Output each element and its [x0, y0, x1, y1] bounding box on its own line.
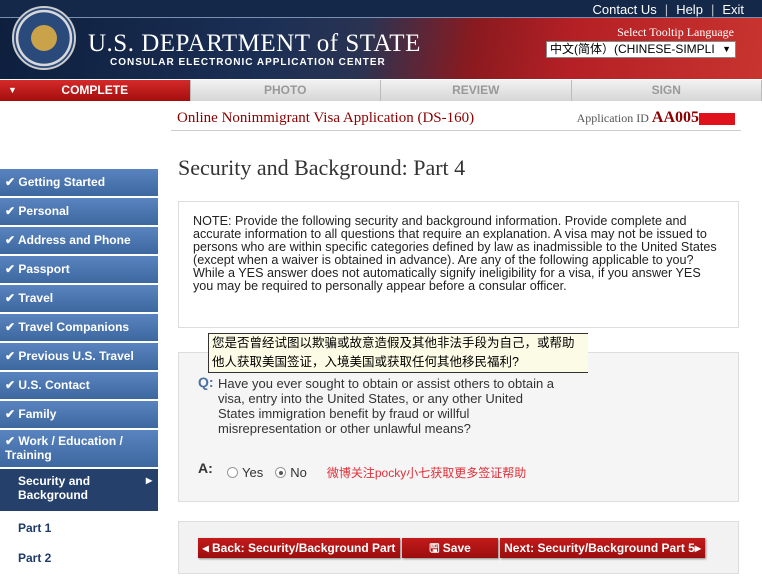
help-link[interactable]: Help [676, 2, 703, 17]
save-disk-icon: 🖫 [429, 541, 443, 555]
answer-label: A: [198, 460, 213, 476]
top-links: Contact Us | Help | Exit [592, 2, 744, 17]
site-title: U.S. DEPARTMENT of STATE [88, 30, 421, 57]
yes-radio[interactable] [227, 467, 238, 478]
step-review[interactable]: REVIEW [381, 80, 572, 101]
save-label: Save [442, 541, 471, 555]
page-title: Security and Background: Part 4 [178, 155, 466, 180]
yes-label[interactable]: Yes [242, 465, 263, 480]
sidebar-item-travel[interactable]: ✔ Travel [0, 285, 158, 312]
sidebar-item-previous-travel[interactable]: ✔ Previous U.S. Travel [0, 343, 158, 370]
sidebar-item-address-phone[interactable]: ✔ Address and Phone [0, 227, 158, 254]
step-photo[interactable]: PHOTO [190, 80, 381, 101]
site-subtitle: CONSULAR ELECTRONIC APPLICATION CENTER [110, 57, 386, 68]
contact-us-link[interactable]: Contact Us [592, 2, 656, 17]
sidebar-subitem-part-1[interactable]: Part 1 [0, 513, 158, 543]
site-header: Contact Us | Help | Exit U.S. DEPARTMENT o… [0, 0, 762, 79]
sidebar-item-family[interactable]: ✔ Family [0, 401, 158, 428]
step-complete[interactable]: COMPLETE [0, 80, 191, 101]
progress-steps: COMPLETE PHOTO REVIEW SIGN [0, 80, 762, 101]
tooltip-language-label: Select Tooltip Language [617, 25, 734, 39]
application-bar: Online Nonimmigrant Visa Application (DS… [171, 101, 741, 131]
sidebar-item-us-contact[interactable]: ✔ U.S. Contact [0, 372, 158, 399]
translation-tooltip: 您是否曾经试图以欺骗或故意造假及其他非法手段为自己，或帮助他人获取美国签证，入境… [208, 333, 588, 373]
sidebar-item-personal[interactable]: ✔ Personal [0, 198, 158, 225]
dropdown-arrow-icon: ▼ [722, 44, 731, 54]
sidebar-item-work-education[interactable]: ✔ Work / Education / Training [0, 430, 158, 467]
redaction-mark [699, 113, 735, 126]
application-name: Online Nonimmigrant Visa Application (DS… [177, 110, 475, 126]
sidebar-item-security-background[interactable]: Security and Background [0, 469, 158, 511]
next-button[interactable]: Next: Security/Background Part 5▸ [500, 538, 705, 558]
sidebar-item-travel-companions[interactable]: ✔ Travel Companions [0, 314, 158, 341]
promo-text: 微博关注pocky小七获取更多签证帮助 [326, 466, 527, 480]
question-text: Have you ever sought to obtain or assist… [218, 376, 555, 436]
sidebar-item-getting-started[interactable]: ✔ Getting Started [0, 169, 158, 196]
answer-options: Yes No 微博关注pocky小七获取更多签证帮助 [227, 464, 526, 481]
no-radio[interactable] [275, 467, 287, 478]
application-id-value: AA005 [651, 109, 699, 126]
question-label: Q: [198, 374, 214, 390]
instructions-note: NOTE: Provide the following security and… [178, 201, 739, 328]
sidebar-item-passport[interactable]: ✔ Passport [0, 256, 158, 283]
selected-language: 中文(简体）(CHINESE-SIMPLI [550, 42, 715, 56]
application-id-label: Application ID [576, 111, 649, 125]
save-button[interactable]: 🖫 Save [402, 538, 498, 558]
tooltip-language-select[interactable]: 中文(简体）(CHINESE-SIMPLI ▼ [546, 41, 736, 58]
sidebar-subitem-part-2[interactable]: Part 2 [0, 543, 158, 573]
sidebar-nav: ✔ Getting Started ✔ Personal ✔ Address a… [0, 169, 158, 573]
department-seal-logo [12, 6, 76, 70]
back-button[interactable]: ◂ Back: Security/Background Part [198, 538, 400, 558]
step-sign[interactable]: SIGN [571, 80, 762, 101]
exit-link[interactable]: Exit [722, 2, 744, 17]
no-label[interactable]: No [290, 465, 307, 480]
application-id: Application ID AA005 [577, 109, 735, 127]
